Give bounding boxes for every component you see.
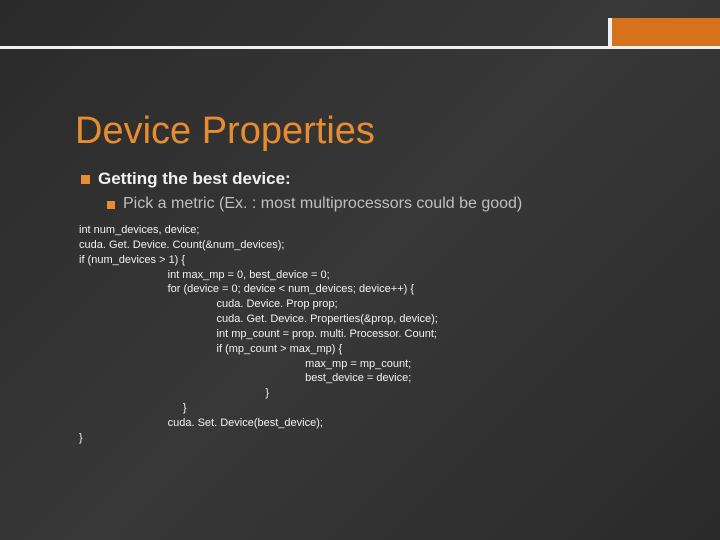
bullet-level-2: Pick a metric (Ex. : most multiprocessor… [107, 195, 660, 213]
slide-content: Device Properties Getting the best devic… [75, 110, 660, 446]
code-block: int num_devices, device; cuda. Get. Devi… [79, 223, 660, 446]
slide-title: Device Properties [75, 110, 660, 153]
bullet-2-text: Pick a metric (Ex. : most multiprocessor… [123, 195, 522, 213]
accent-bar [608, 18, 720, 46]
bullet-level-1: Getting the best device: [81, 169, 660, 189]
bullet-1-text: Getting the best device: [98, 169, 291, 189]
bullet-square-icon [107, 201, 115, 209]
bullet-square-icon [81, 175, 90, 184]
accent-line [0, 46, 720, 49]
